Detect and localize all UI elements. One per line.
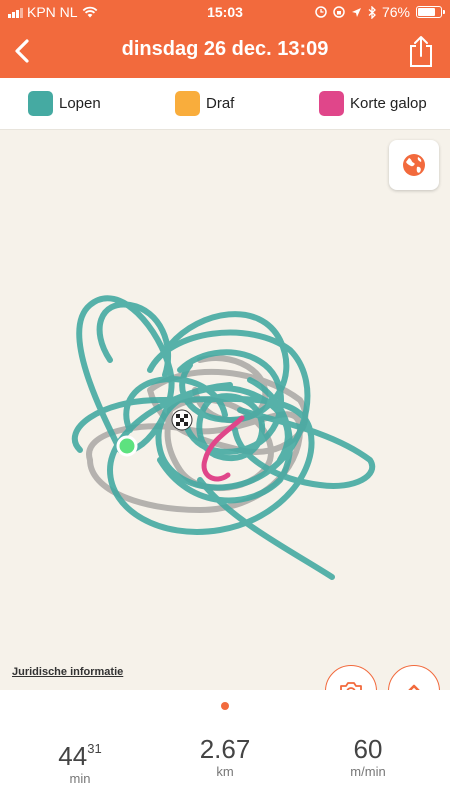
navigation-bar: dinsdag 26 dec. 13:09 [0,24,450,78]
location-icon [351,7,361,17]
globe-icon [403,154,425,176]
legend-item-korte-galop: Korte galop [319,91,427,116]
duration-value: 4431 [58,741,102,771]
legend-label: Draf [206,95,235,112]
camera-icon [340,682,362,690]
legend-label: Korte galop [350,95,427,112]
legend-label: Lopen [59,95,101,112]
speed-unit: m/min [350,764,386,779]
page-indicator-dot [221,702,229,710]
route-map[interactable]: Juridische informatie [0,130,450,690]
battery-icon [416,6,445,18]
bluetooth-icon [368,5,376,19]
legend-swatch [175,91,200,116]
route-track [71,295,375,580]
back-button[interactable] [6,34,40,68]
legend-swatch [319,91,344,116]
legend-swatch [28,91,53,116]
distance-unit: km [216,764,234,779]
start-marker[interactable] [116,435,138,457]
finish-marker[interactable] [171,409,193,431]
map-type-button[interactable] [389,140,439,190]
status-bar: KPN NL 15:03 76% [0,0,450,24]
alarm-icon [315,6,327,18]
distance-value: 2.67 [199,734,251,764]
legend-item-lopen: Lopen [28,91,101,116]
gait-legend: Lopen Draf Korte galop [0,78,450,130]
duration-unit: min [69,771,91,786]
page-title: dinsdag 26 dec. 13:09 [121,38,329,60]
stat-duration: 4431 min [20,734,140,786]
share-button[interactable] [406,34,436,68]
rotation-lock-icon [333,6,345,18]
stat-speed: 60 m/min [308,734,428,779]
chevron-up-icon [408,684,420,690]
stat-distance: 2.67 km [165,734,285,779]
legend-item-draf: Draf [175,91,234,116]
status-right: 76% [315,4,445,20]
legal-information-link[interactable]: Juridische informatie [12,666,123,678]
speed-value: 60 [353,734,383,764]
battery-percentage: 76% [381,4,410,20]
